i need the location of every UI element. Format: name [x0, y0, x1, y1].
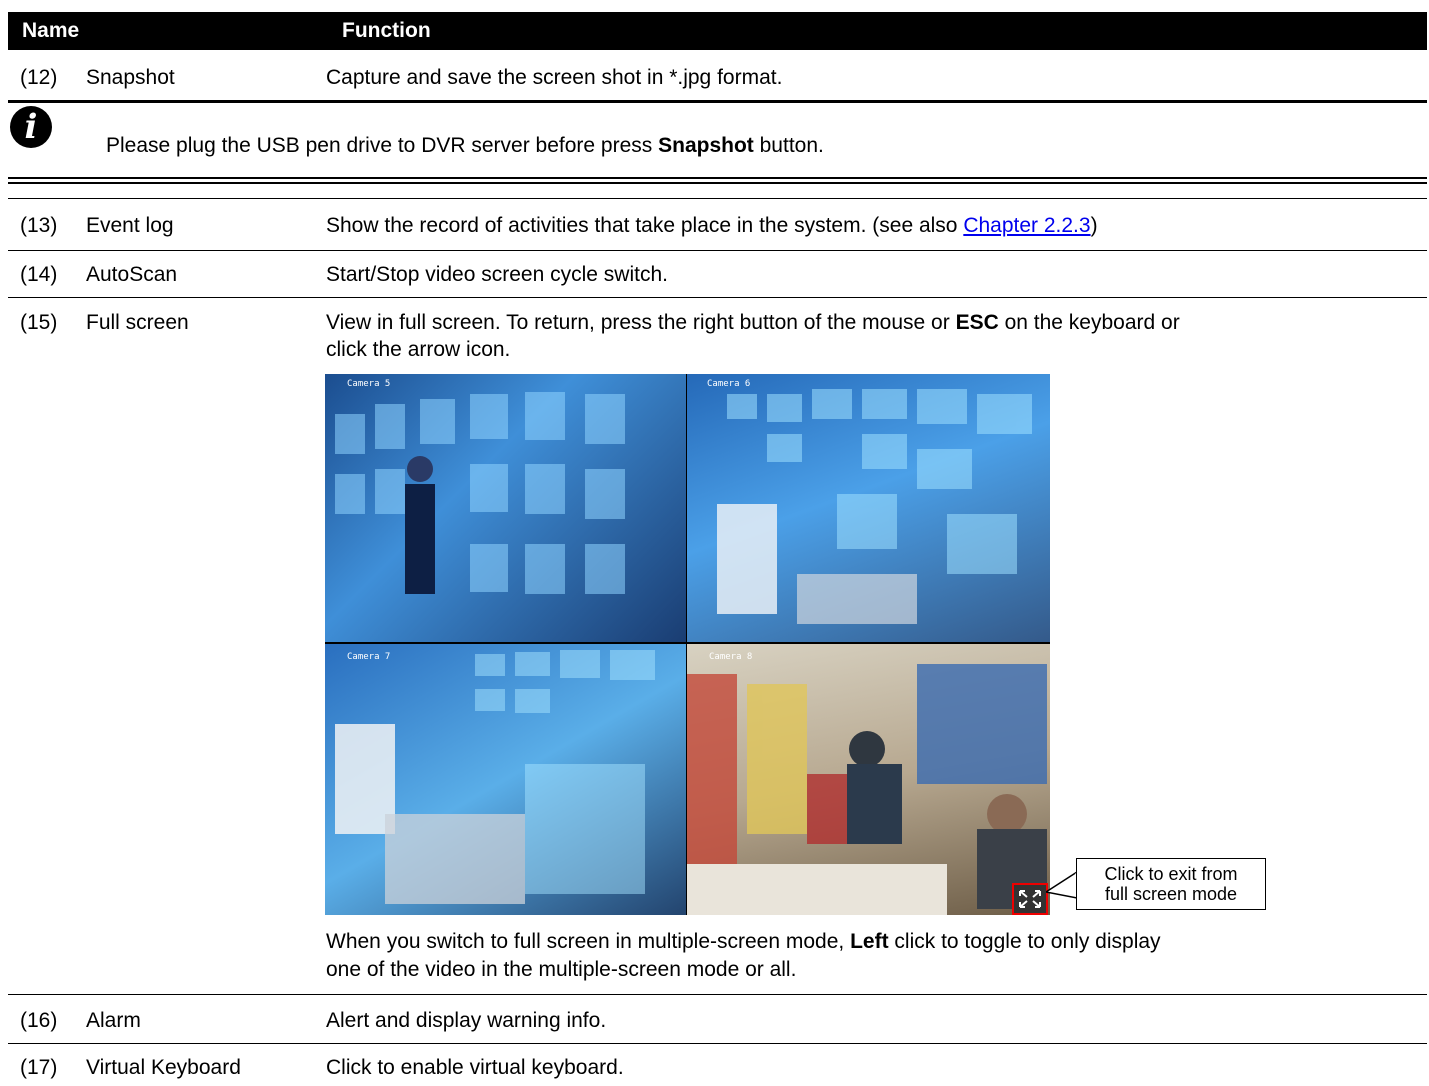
note-text: Please plug the USB pen drive to DVR ser…	[106, 134, 824, 157]
info-icon: i	[10, 106, 52, 148]
exit-callout: Click to exit from full screen mode	[1076, 858, 1266, 910]
camera-quad: Camera 8	[687, 644, 1050, 915]
divider	[8, 198, 1427, 199]
camera-label: Camera 8	[709, 652, 753, 662]
row-name: Alarm	[86, 1009, 141, 1032]
divider	[8, 250, 1427, 251]
camera-label: Camera 7	[347, 652, 391, 662]
row-name: Virtual Keyboard	[86, 1056, 241, 1079]
row-number: (15)	[20, 311, 58, 334]
divider	[8, 100, 1427, 103]
header-function: Function	[342, 19, 431, 42]
row-function-line2: click the arrow icon.	[326, 338, 511, 361]
divider	[8, 994, 1427, 995]
camera-quad: Camera 6	[687, 374, 1050, 642]
row-name: Full screen	[86, 311, 189, 334]
camera-label: Camera 6	[707, 379, 751, 389]
row-function-after-line2: one of the video in the multiple-screen …	[326, 958, 797, 981]
row-number: (12)	[20, 66, 58, 89]
monitor-wall-graphic	[335, 392, 625, 594]
monitor-wall-graphic	[335, 650, 655, 904]
row-function: Show the record of activities that take …	[326, 214, 1098, 237]
row-function-after: When you switch to full screen in multip…	[326, 930, 1161, 953]
chapter-link[interactable]: Chapter 2.2.3	[963, 214, 1090, 237]
monitor-wall-graphic	[717, 389, 1032, 624]
callout-pointer	[1046, 870, 1079, 899]
row-function: Capture and save the screen shot in *.jp…	[326, 66, 783, 89]
table-header: Name Function	[8, 12, 1427, 50]
camera-quad: Camera 5	[325, 374, 686, 642]
row-number: (13)	[20, 214, 58, 237]
row-function: Alert and display warning info.	[326, 1009, 607, 1032]
row-name: AutoScan	[86, 263, 178, 286]
row-name: Snapshot	[86, 66, 175, 89]
divider	[8, 177, 1427, 179]
exit-fullscreen-icon[interactable]	[1012, 883, 1048, 915]
exit-arrows-icon	[1019, 890, 1041, 908]
row-name: Event log	[86, 214, 174, 237]
row-number: (16)	[20, 1009, 58, 1032]
divider	[8, 1043, 1427, 1044]
camera-label: Camera 5	[347, 379, 391, 389]
row-function: View in full screen. To return, press th…	[326, 311, 1180, 334]
header-name: Name	[22, 19, 80, 42]
camera-quad: Camera 7	[325, 644, 686, 915]
store-scene-graphic	[687, 664, 1047, 915]
row-number: (17)	[20, 1056, 58, 1079]
row-function: Start/Stop video screen cycle switch.	[326, 263, 668, 286]
row-number: (14)	[20, 263, 58, 286]
row-function: Click to enable virtual keyboard.	[326, 1056, 624, 1079]
divider	[8, 297, 1427, 298]
divider	[8, 182, 1427, 184]
camera-grid-screenshot: Camera 5 Camera 6 Camera 7 Camera 8	[325, 374, 1050, 915]
